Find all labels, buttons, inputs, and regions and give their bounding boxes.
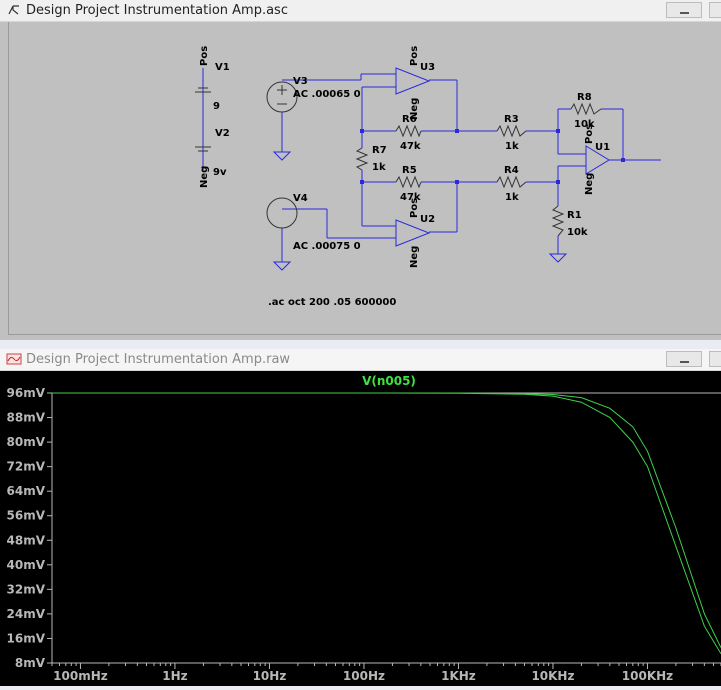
label-u3: U3	[420, 62, 435, 73]
x-tick-label: 100KHz	[622, 669, 673, 683]
trace-v-n005-2[interactable]	[52, 392, 721, 655]
label-r5-value: 47k	[400, 192, 421, 203]
waveform-titlebar[interactable]: Design Project Instrumentation Amp.raw	[0, 349, 721, 371]
label-v4: V4	[293, 193, 308, 204]
label-r8: R8	[577, 92, 592, 103]
schematic-titlebar[interactable]: Design Project Instrumentation Amp.asc	[0, 0, 721, 22]
label-v1: V1	[215, 62, 230, 73]
spice-directive[interactable]: .ac oct 200 .05 600000	[268, 297, 396, 308]
waveform-minimize-button[interactable]	[666, 351, 702, 367]
y-tick-label: 32mV	[7, 582, 46, 596]
y-tick-label: 72mV	[7, 460, 46, 474]
label-r4-value: 1k	[505, 192, 519, 203]
label-r6-value: 47k	[400, 141, 421, 152]
schematic-window-title: Design Project Instrumentation Amp.asc	[26, 3, 288, 18]
schematic-app-icon	[8, 5, 19, 15]
y-tick-label: 8mV	[15, 656, 46, 670]
label-v2: V2	[215, 128, 230, 139]
label-v4-value: AC .00075 0	[293, 241, 361, 252]
waveform-app-icon	[6, 353, 22, 365]
y-tick-label: 16mV	[7, 631, 46, 645]
label-r7: R7	[372, 145, 387, 156]
label-r7-value: 1k	[372, 162, 386, 173]
label-u2: U2	[420, 214, 435, 225]
x-tick-label: 1KHz	[441, 669, 476, 683]
x-tick-label: 10Hz	[253, 669, 287, 683]
label-u3-pos: Pos	[409, 46, 420, 66]
schematic-window: Design Project Instrumentation Amp.asc V…	[0, 0, 721, 340]
label-r1: R1	[567, 210, 582, 221]
x-tick-label: 100mHz	[53, 669, 108, 683]
label-v2-value: 9v	[213, 167, 227, 178]
label-r3-value: 1k	[505, 141, 519, 152]
restore-button[interactable]	[709, 2, 721, 18]
schematic-canvas[interactable]: V1 V2 9 9v Pos Neg V3 AC .00065 0 V4 AC …	[8, 22, 721, 335]
label-u1: U1	[595, 142, 610, 153]
y-tick-label: 24mV	[7, 607, 46, 621]
trace-label-v-n005[interactable]: V(n005)	[362, 374, 416, 388]
waveform-plot-svg[interactable]: 96mV 88mV 80mV 72mV 64mV 56mV 48mV 40mV 32mV 24mV…	[0, 373, 721, 686]
label-battery-neg: Neg	[199, 166, 210, 188]
label-r1-value: 10k	[567, 227, 588, 238]
label-u1-neg: Neg	[584, 173, 595, 195]
waveform-window-title: Design Project Instrumentation Amp.raw	[26, 352, 291, 367]
label-r3: R3	[504, 114, 519, 125]
y-axis-ticks: 96mV 88mV 80mV 72mV 64mV 56mV 48mV 40mV 32mV 24mV…	[7, 386, 52, 670]
waveform-plot[interactable]: 96mV 88mV 80mV 72mV 64mV 56mV 48mV 40mV 32mV 24mV…	[0, 373, 721, 686]
label-u2-neg: Neg	[409, 246, 420, 268]
y-tick-label: 96mV	[7, 386, 46, 400]
y-tick-label: 88mV	[7, 411, 46, 425]
minimize-button[interactable]	[666, 2, 702, 18]
label-v3-value: AC .00065 0	[293, 89, 361, 100]
label-r8-value: 10k	[574, 119, 595, 130]
waveform-restore-button[interactable]	[709, 351, 721, 367]
label-v3: V3	[293, 76, 308, 87]
label-r5: R5	[402, 165, 417, 176]
label-r4: R4	[504, 165, 519, 176]
schematic-drawing[interactable]: V1 V2 9 9v Pos Neg V3 AC .00065 0 V4 AC …	[9, 22, 721, 334]
label-battery-pos: Pos	[199, 46, 210, 66]
x-tick-label: 100Hz	[343, 669, 385, 683]
y-tick-label: 80mV	[7, 435, 46, 449]
x-axis-ticks: 100mHz 1Hz 10Hz 100Hz 1KHz 10KHz 100KHz	[51, 663, 721, 683]
x-tick-label: 10KHz	[531, 669, 574, 683]
plot-frame	[51, 392, 721, 664]
x-tick-label: 1Hz	[162, 669, 187, 683]
plot-traces	[52, 392, 721, 655]
label-r6: R6	[402, 114, 417, 125]
plot-axes	[51, 392, 721, 664]
y-tick-label: 64mV	[7, 484, 46, 498]
trace-v-n005-1[interactable]	[52, 392, 721, 648]
y-tick-label: 40mV	[7, 558, 46, 572]
y-tick-label: 56mV	[7, 509, 46, 523]
label-v1-value: 9	[213, 101, 220, 112]
y-tick-label: 48mV	[7, 533, 46, 547]
